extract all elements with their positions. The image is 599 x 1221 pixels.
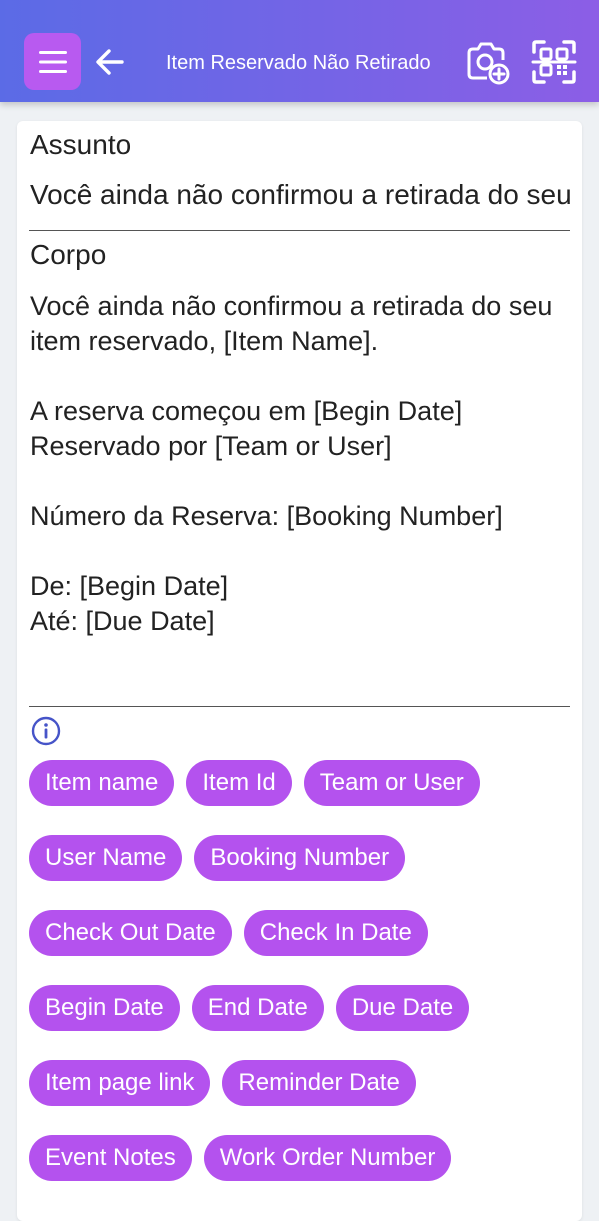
camera-add-icon [467, 42, 510, 85]
placeholder-chip[interactable]: Work Order Number [203, 1135, 452, 1181]
placeholder-chip[interactable]: Reminder Date [222, 1060, 416, 1106]
app-header: Item Reservado Não Retirado [0, 0, 599, 102]
body-textarea[interactable]: Você ainda não confirmou a retirada do s… [30, 289, 570, 639]
info-circle-icon[interactable] [31, 716, 61, 746]
placeholder-chip[interactable]: Event Notes [29, 1135, 192, 1181]
placeholder-chip[interactable]: End Date [191, 985, 324, 1031]
hamburger-menu-icon [38, 50, 67, 73]
subject-label: Assunto [30, 129, 132, 160]
placeholder-chips: Item name Item Id Team or User User Name Boo… [29, 760, 574, 1210]
placeholder-chip[interactable]: Booking Number [194, 835, 406, 881]
chip-row: Item page link Reminder Date [29, 1060, 574, 1106]
chip-row: Begin Date End Date Due Date [29, 985, 574, 1031]
placeholder-chip[interactable]: Team or User [303, 760, 480, 806]
body-label: Corpo [30, 239, 107, 270]
body-underline [29, 706, 570, 707]
subject-underline [29, 230, 570, 231]
chip-row: Event Notes Work Order Number [29, 1135, 574, 1181]
placeholder-chip[interactable]: Check Out Date [29, 910, 232, 956]
placeholder-chip[interactable]: Item Id [186, 760, 292, 806]
camera-add-button[interactable] [463, 38, 511, 86]
email-template-card: Assunto Você ainda não confirmou a retir… [17, 121, 582, 1221]
chip-row: User Name Booking Number [29, 835, 574, 881]
chip-row: Item name Item Id Team or User [29, 760, 574, 806]
back-button[interactable] [92, 44, 128, 80]
qr-scan-button[interactable] [530, 38, 578, 86]
menu-button[interactable] [24, 33, 81, 90]
placeholder-chip[interactable]: User Name [29, 835, 183, 881]
arrow-left-icon [96, 49, 124, 75]
placeholder-chip[interactable]: Item page link [29, 1060, 211, 1106]
placeholder-chip[interactable]: Check In Date [243, 910, 428, 956]
subject-input[interactable]: Você ainda não confirmou a retirada do s… [30, 179, 570, 211]
placeholder-chip[interactable]: Due Date [335, 985, 470, 1031]
chip-row: Check Out Date Check In Date [29, 910, 574, 956]
placeholder-chip[interactable]: Item name [29, 760, 175, 806]
qr-scan-icon [531, 40, 577, 84]
page-title: Item Reservado Não Retirado [166, 52, 431, 74]
placeholder-chip[interactable]: Begin Date [29, 985, 180, 1031]
